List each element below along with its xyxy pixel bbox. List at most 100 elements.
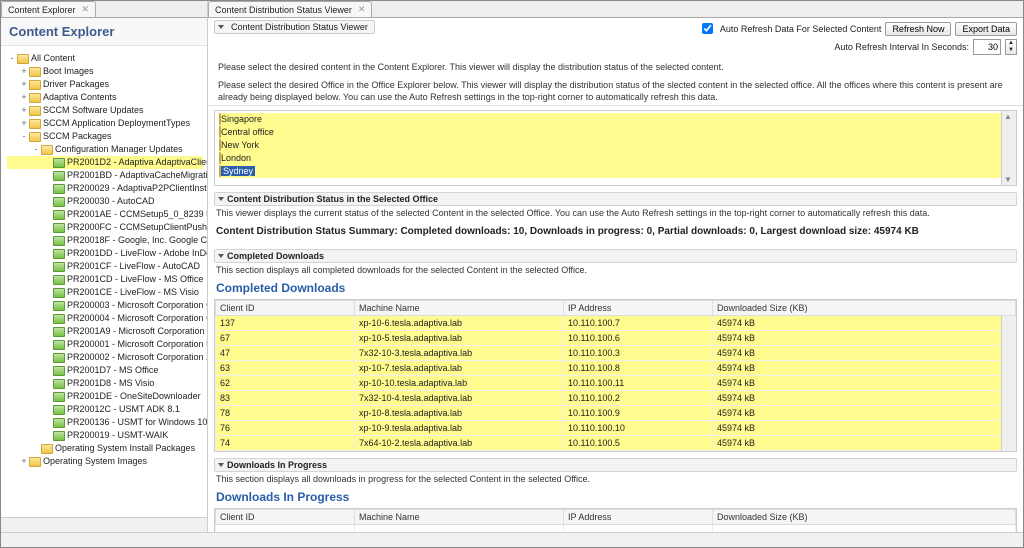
inprogress-grid[interactable]: Client IDMachine NameIP AddressDownloade… bbox=[214, 508, 1017, 532]
tree-twisty[interactable]: + bbox=[19, 78, 29, 91]
column-header[interactable]: Downloaded Size (KB) bbox=[713, 510, 1016, 525]
close-icon[interactable]: ✕ bbox=[358, 4, 366, 15]
tree-item-label: Adaptiva Contents bbox=[43, 92, 117, 102]
table-cell: 10.110.100.9 bbox=[564, 406, 713, 421]
table-row[interactable]: 76xp-10-9.tesla.adaptiva.lab10.110.100.1… bbox=[216, 421, 1016, 436]
tree-item[interactable]: PR2001CE - LiveFlow - MS Visio bbox=[7, 286, 203, 299]
column-header[interactable]: Downloaded Size (KB) bbox=[713, 301, 1016, 316]
tree-item[interactable]: PR200029 - AdaptivaP2PClientInstaller bbox=[7, 182, 203, 195]
tree-item[interactable]: + SCCM Software Updates bbox=[7, 104, 203, 117]
interval-input[interactable] bbox=[973, 39, 1001, 55]
tree-item[interactable]: + SCCM Application DeploymentTypes bbox=[7, 117, 203, 130]
tree-item-label: PR2001D7 - MS Office bbox=[67, 365, 158, 375]
tree-twisty[interactable]: + bbox=[19, 117, 29, 130]
export-data-button[interactable]: Export Data bbox=[955, 22, 1017, 36]
tree-item-label: PR200002 - Microsoft Corporation XML Not… bbox=[67, 352, 207, 362]
tree-twisty[interactable]: + bbox=[19, 104, 29, 117]
table-row[interactable]: 747x64-10-2.tesla.adaptiva.lab10.110.100… bbox=[216, 436, 1016, 451]
tree-item[interactable]: PR2000FC - CCMSetupClientPush 5.0.7804.1… bbox=[7, 221, 203, 234]
tree-item[interactable]: PR200019 - USMT-WAIK bbox=[7, 429, 203, 442]
office-item[interactable]: New York bbox=[219, 139, 1012, 152]
tree-item[interactable]: +Operating System Images bbox=[7, 455, 203, 468]
office-item[interactable]: Singapore bbox=[219, 113, 1012, 126]
tree-item[interactable]: PR2001BD - AdaptivaCacheMigrationTool bbox=[7, 169, 203, 182]
tree-item[interactable]: PR2001CF - LiveFlow - AutoCAD bbox=[7, 260, 203, 273]
table-cell: 76 bbox=[216, 421, 355, 436]
vertical-scrollbar[interactable] bbox=[1001, 111, 1016, 185]
tree-item[interactable]: PR20018F - Google, Inc. Google Chrome 64… bbox=[7, 234, 203, 247]
table-row[interactable]: 477x32-10-3.tesla.adaptiva.lab10.110.100… bbox=[216, 346, 1016, 361]
tree-item[interactable]: -All Content bbox=[7, 52, 203, 65]
tree-item[interactable]: PR200004 - Microsoft Corporation Configu… bbox=[7, 312, 203, 325]
tree-item[interactable]: - Configuration Manager Updates bbox=[7, 143, 203, 156]
tree-item[interactable]: PR200001 - Microsoft Corporation User St… bbox=[7, 338, 203, 351]
tree-item-label: SCCM Software Updates bbox=[43, 105, 144, 115]
folder-icon bbox=[29, 119, 41, 129]
tree-twisty[interactable]: - bbox=[19, 130, 29, 143]
horizontal-scrollbar[interactable] bbox=[1, 517, 207, 532]
stepper-icon[interactable]: ▲▼ bbox=[1005, 39, 1017, 55]
table-cell: 10.110.100.6 bbox=[564, 331, 713, 346]
office-item[interactable]: Central office bbox=[219, 126, 1012, 139]
tree-item[interactable]: +Boot Images bbox=[7, 65, 203, 78]
tree-item[interactable]: PR2001DE - OneSiteDownloader bbox=[7, 390, 203, 403]
tree-twisty[interactable]: + bbox=[19, 65, 29, 78]
tree-twisty[interactable]: - bbox=[7, 52, 17, 65]
tree-item[interactable]: PR200002 - Microsoft Corporation XML Not… bbox=[7, 351, 203, 364]
tree-twisty[interactable]: - bbox=[31, 143, 41, 156]
column-header[interactable]: Machine Name bbox=[355, 301, 564, 316]
vertical-scrollbar[interactable] bbox=[1001, 316, 1016, 451]
table-row[interactable]: 837x32-10-4.tesla.adaptiva.lab10.110.100… bbox=[216, 391, 1016, 406]
section-header-viewer[interactable]: Content Distribution Status Viewer bbox=[214, 20, 375, 34]
tree-item[interactable]: PR2001DD - LiveFlow - Adobe InDesign bbox=[7, 247, 203, 260]
folder-icon bbox=[29, 80, 41, 90]
column-header[interactable]: IP Address bbox=[564, 301, 713, 316]
section-header-office-status[interactable]: Content Distribution Status in the Selec… bbox=[214, 192, 1017, 206]
table-row[interactable]: 62xp-10-10.tesla.adaptiva.lab10.110.100.… bbox=[216, 376, 1016, 391]
section-header-inprogress[interactable]: Downloads In Progress bbox=[214, 458, 1017, 472]
office-explorer[interactable]: Singapore Central officeNew YorkLondonSyd… bbox=[214, 110, 1017, 186]
tree-item[interactable]: PR2001D7 - MS Office bbox=[7, 364, 203, 377]
table-cell: 45974 kB bbox=[713, 376, 1016, 391]
column-header[interactable]: Machine Name bbox=[355, 510, 564, 525]
table-row[interactable]: 67xp-10-5.tesla.adaptiva.lab10.110.100.6… bbox=[216, 331, 1016, 346]
table-row[interactable]: 63xp-10-7.tesla.adaptiva.lab10.110.100.8… bbox=[216, 361, 1016, 376]
tree-item[interactable]: PR20012C - USMT ADK 8.1 bbox=[7, 403, 203, 416]
package-icon bbox=[53, 379, 65, 389]
tab-label: Content Distribution Status Viewer bbox=[215, 5, 352, 15]
tree-item[interactable]: PR2001D2 - Adaptiva AdaptivaClient 5.5.6… bbox=[7, 156, 203, 169]
close-icon[interactable]: ✕ bbox=[82, 4, 90, 15]
tree-item[interactable]: Operating System Install Packages bbox=[7, 442, 203, 455]
office-item[interactable]: London bbox=[219, 152, 1012, 165]
table-row[interactable]: 137xp-10-6.tesla.adaptiva.lab10.110.100.… bbox=[216, 316, 1016, 331]
auto-refresh-checkbox[interactable] bbox=[702, 23, 713, 34]
tree-item-label: Configuration Manager Updates bbox=[55, 144, 183, 154]
section-header-completed[interactable]: Completed Downloads bbox=[214, 249, 1017, 263]
tab-content-explorer[interactable]: Content Explorer ✕ bbox=[1, 1, 96, 17]
completed-desc: This section displays all completed down… bbox=[214, 263, 1017, 279]
office-item-label: Singapore bbox=[221, 114, 262, 124]
tree-item[interactable]: PR200030 - AutoCAD bbox=[7, 195, 203, 208]
office-item[interactable]: Sydney bbox=[219, 165, 1012, 178]
tree-item[interactable]: +Driver Packages bbox=[7, 78, 203, 91]
content-tree[interactable]: -All Content+Boot Images+Driver Packages… bbox=[1, 46, 207, 517]
tree-item[interactable]: -SCCM Packages bbox=[7, 130, 203, 143]
table-row[interactable]: 78xp-10-8.tesla.adaptiva.lab10.110.100.9… bbox=[216, 406, 1016, 421]
tab-status-viewer[interactable]: Content Distribution Status Viewer ✕ bbox=[208, 1, 372, 17]
tree-item[interactable]: PR2001A9 - Microsoft Corporation Microso… bbox=[7, 325, 203, 338]
tree-item[interactable]: + Adaptiva Contents bbox=[7, 91, 203, 104]
tree-item[interactable]: PR2001CD - LiveFlow - MS Office bbox=[7, 273, 203, 286]
tree-twisty[interactable]: + bbox=[19, 455, 29, 468]
table-cell: 62 bbox=[216, 376, 355, 391]
tree-twisty[interactable]: + bbox=[19, 91, 29, 104]
completed-grid[interactable]: Client IDMachine NameIP AddressDownloade… bbox=[214, 299, 1017, 452]
tree-item[interactable]: PR200003 - Microsoft Corporation Configu… bbox=[7, 299, 203, 312]
column-header[interactable]: IP Address bbox=[564, 510, 713, 525]
column-header[interactable]: Client ID bbox=[216, 510, 355, 525]
tree-item[interactable]: PR2001AE - CCMSetup5_0_8239 5.0.8329.100… bbox=[7, 208, 203, 221]
tree-item[interactable]: PR2001D8 - MS Visio bbox=[7, 377, 203, 390]
tree-item-label: SCCM Application DeploymentTypes bbox=[43, 118, 190, 128]
refresh-now-button[interactable]: Refresh Now bbox=[885, 22, 951, 36]
column-header[interactable]: Client ID bbox=[216, 301, 355, 316]
tree-item[interactable]: PR200136 - USMT for Windows 10 bbox=[7, 416, 203, 429]
